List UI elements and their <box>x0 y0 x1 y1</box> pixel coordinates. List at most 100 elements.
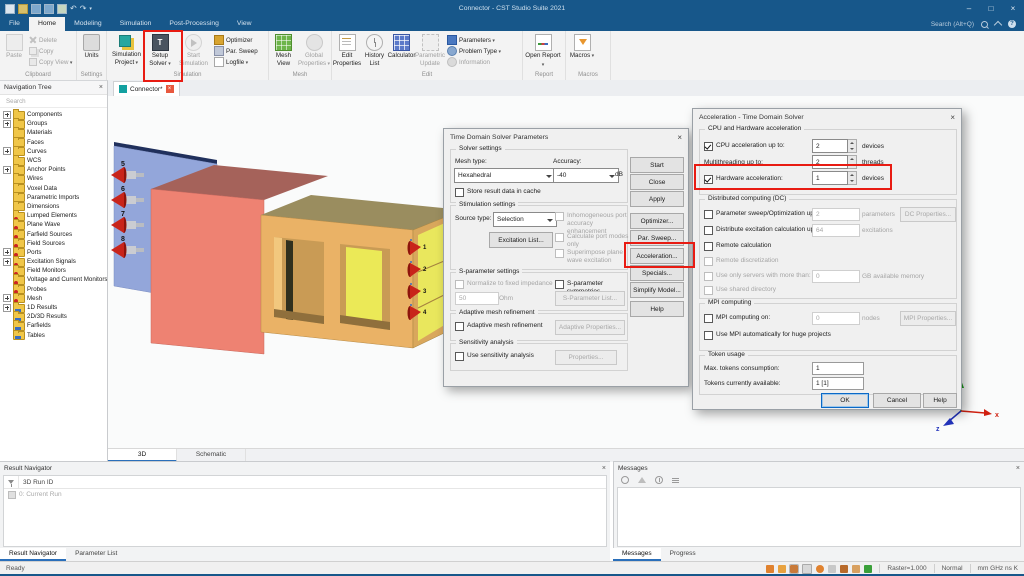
sparam-list-button[interactable]: S-Parameter List... <box>555 291 625 306</box>
minimize-button[interactable]: – <box>958 0 980 17</box>
expander-icon[interactable] <box>3 258 11 266</box>
max-tokens-field[interactable]: 1 <box>812 362 864 375</box>
history-list-button[interactable]: History List <box>361 32 388 67</box>
ok-button[interactable]: OK <box>821 393 869 408</box>
menu-tab[interactable]: Post-Processing <box>160 17 228 31</box>
tab-parameter-list[interactable]: Parameter List <box>66 548 126 561</box>
raster-value[interactable]: Raster=1.000 <box>887 565 926 572</box>
delete-button[interactable]: Delete <box>27 35 74 45</box>
parametric-update-button[interactable]: Parametric Update <box>415 32 445 67</box>
units-display[interactable]: mm GHz ns K <box>978 565 1018 572</box>
information-button[interactable]: Information <box>445 57 503 67</box>
mesh-view-button[interactable]: Mesh View <box>270 32 297 67</box>
redo-icon[interactable]: ↷ <box>80 5 87 13</box>
open-report-button[interactable]: Open Report <box>524 32 562 69</box>
cancel-button[interactable]: Cancel <box>873 393 921 408</box>
mpi-computing-checkbox[interactable]: MPI computing on: <box>704 314 770 323</box>
search-icon[interactable] <box>981 21 988 28</box>
print-icon[interactable] <box>57 4 67 14</box>
document-close-icon[interactable]: × <box>166 85 174 93</box>
paste-button[interactable]: Paste <box>1 32 27 60</box>
collapse-ribbon-icon[interactable] <box>994 21 1002 29</box>
parameters-field[interactable]: 2 <box>812 208 860 221</box>
edit-properties-button[interactable]: Edit Properties <box>333 32 361 67</box>
start-simulation-button[interactable]: Start Simulation <box>175 32 212 67</box>
remote-discretization-checkbox[interactable]: Remote discretization <box>704 257 779 266</box>
document-tab[interactable]: Connector* × <box>113 81 180 96</box>
tab-result-navigator[interactable]: Result Navigator <box>0 548 66 561</box>
zoom-icon[interactable] <box>802 564 812 574</box>
normalize-checkbox[interactable]: Normalize to fixed impedance <box>455 280 553 289</box>
expander-icon[interactable] <box>3 147 11 155</box>
parameter-sweep-checkbox[interactable]: Parameter sweep/Optimization up to: <box>704 210 823 219</box>
cpu-devices-stepper[interactable]: 2 <box>812 139 857 153</box>
hardware-devices-stepper[interactable]: 1 <box>812 171 857 185</box>
optimizer-button[interactable]: Optimizer <box>212 35 260 45</box>
select-icon[interactable] <box>790 565 798 573</box>
simulation-project-button[interactable]: Simulation Project <box>108 32 145 67</box>
adaptive-properties-button[interactable]: Adaptive Properties... <box>555 320 625 335</box>
tree-search-input[interactable] <box>4 97 103 106</box>
shared-directory-checkbox[interactable]: Use shared directory <box>704 286 776 295</box>
save-icon[interactable] <box>31 4 41 14</box>
result-navigator-close-icon[interactable]: × <box>602 465 606 472</box>
adaptive-mesh-checkbox[interactable]: Adaptive mesh refinement <box>455 322 543 331</box>
logfile-button[interactable]: Logfile <box>212 57 260 67</box>
run-id-column-header[interactable]: 3D Run ID <box>19 479 53 486</box>
mesh-type-select[interactable]: Hexahedral <box>454 168 556 183</box>
clipping-plane-icon[interactable] <box>840 565 848 573</box>
units-button[interactable]: Units <box>78 32 105 60</box>
servers-memory-checkbox[interactable]: Use only servers with more than: <box>704 272 811 281</box>
calculator-button[interactable]: Calculator <box>388 32 415 60</box>
message-log-icon[interactable] <box>672 478 679 479</box>
expander-icon[interactable] <box>3 304 11 312</box>
memory-field[interactable]: 0 <box>812 270 860 283</box>
accel-help-button[interactable]: Help <box>923 393 957 408</box>
flag-icon[interactable] <box>864 565 872 573</box>
menu-tab[interactable]: Modeling <box>65 17 111 31</box>
dialog-close-icon[interactable]: × <box>950 113 955 122</box>
par-sweep-dialog-button[interactable]: Par. Sweep... <box>630 230 684 246</box>
excitations-field[interactable]: 64 <box>812 224 860 237</box>
fit-view-icon[interactable] <box>828 565 836 573</box>
new-file-icon[interactable] <box>5 4 15 14</box>
problem-type-button[interactable]: Problem Type <box>445 46 503 56</box>
excitation-list-button[interactable]: Excitation List... <box>489 232 553 248</box>
cpu-acceleration-checkbox[interactable]: CPU acceleration up to: <box>704 142 785 151</box>
sensitivity-checkbox[interactable]: Use sensitivity analysis <box>455 352 534 361</box>
distribute-excitation-checkbox[interactable]: Distribute excitation calculation up to: <box>704 226 823 235</box>
tokens-available-field[interactable]: 1 [1] <box>812 377 864 390</box>
expander-icon[interactable] <box>3 111 11 119</box>
sensitivity-properties-button[interactable]: Properties... <box>555 350 617 365</box>
render-mode[interactable]: Normal <box>942 565 963 572</box>
tab-messages[interactable]: Messages <box>613 548 661 561</box>
apply-button[interactable]: Apply <box>630 191 684 207</box>
pan-icon[interactable] <box>778 565 786 573</box>
parameters-button[interactable]: Parameters <box>445 35 503 45</box>
macros-button[interactable]: Macros <box>567 32 597 61</box>
tree-item[interactable]: Tables <box>3 331 107 340</box>
tab-progress[interactable]: Progress <box>661 548 705 561</box>
info-filter-icon[interactable] <box>655 476 663 484</box>
nodes-field[interactable]: 0 <box>812 312 860 325</box>
hardware-acceleration-checkbox[interactable]: Hardware acceleration: <box>704 175 783 184</box>
help-icon[interactable]: ? <box>1008 20 1016 28</box>
menu-tab[interactable]: View <box>228 17 261 31</box>
undo-icon[interactable]: ↶ <box>70 5 77 13</box>
save-all-icon[interactable] <box>44 4 54 14</box>
acceleration-button[interactable]: Acceleration... <box>630 248 684 264</box>
dialog-close-icon[interactable]: × <box>677 133 682 142</box>
expander-icon[interactable] <box>3 248 11 256</box>
threads-stepper[interactable]: 2 <box>812 155 857 169</box>
mpi-properties-button[interactable]: MPI Properties... <box>900 311 956 326</box>
par-sweep-button[interactable]: Par. Sweep <box>212 46 260 56</box>
superimpose-checkbox[interactable]: Superimpose plane wave excitation <box>555 249 631 265</box>
menu-tab[interactable]: File <box>0 17 29 31</box>
simplify-model-button[interactable]: Simplify Model... <box>630 282 684 298</box>
specials-button[interactable]: Specials... <box>630 265 684 281</box>
errors-filter-icon[interactable] <box>621 476 629 484</box>
copy-view-button[interactable]: Copy View <box>27 57 74 67</box>
maximize-button[interactable]: □ <box>980 0 1002 17</box>
expander-icon[interactable] <box>3 120 11 128</box>
mpi-auto-checkbox[interactable]: Use MPI automatically for huge projects <box>704 331 831 340</box>
